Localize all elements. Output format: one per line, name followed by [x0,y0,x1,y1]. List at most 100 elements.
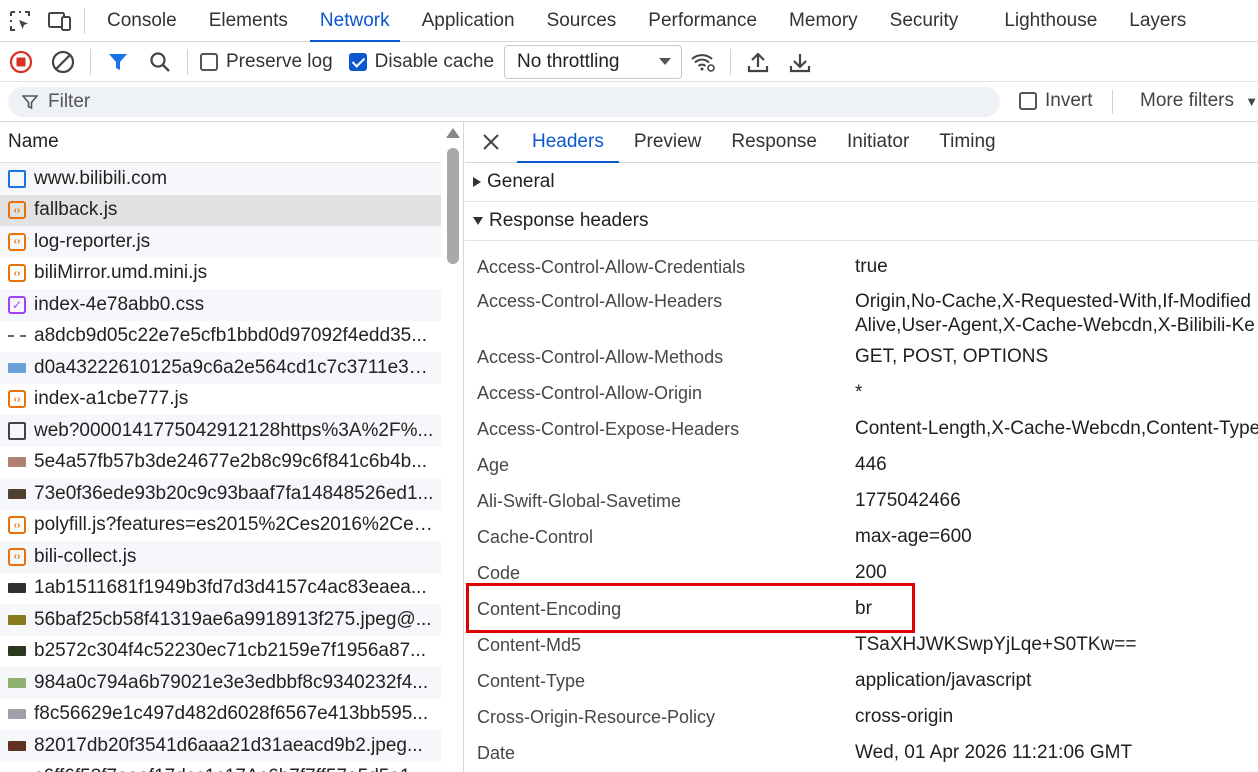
tab-elements[interactable]: Elements [193,0,304,42]
request-row[interactable]: 1ab1511681f1949b3fd7d3d4157c4ac83eaea... [0,573,441,605]
filter-input[interactable]: Filter [8,87,1000,117]
header-row: Access-Control-Allow-Credentials true [465,249,1258,285]
request-row[interactable]: f8c56629e1c497d482d6028f6567e413bb595... [0,699,441,731]
response-headers-section-toggle[interactable]: Response headers [465,202,1258,241]
device-toolbar-icon[interactable] [40,0,80,42]
request-name: 984a0c794a6b79021e3e3edbbf8c9340232f4... [34,671,429,693]
request-row[interactable]: ‹› fallback.js [0,194,441,226]
tab-performance[interactable]: Performance [632,0,773,42]
disable-cache-checkbox[interactable]: Disable cache [348,51,494,73]
request-row[interactable]: ‹› polyfill.js?features=es2015%2Ces2016%2… [0,510,441,542]
preserve-log-box[interactable] [200,52,218,71]
request-row[interactable]: ‹› log-reporter.js [0,226,441,258]
throttling-select[interactable]: No throttling [504,44,683,79]
more-filters-button[interactable]: More filters ▼ [1140,90,1258,112]
inspect-element-icon[interactable] [0,0,40,42]
script-icon: ‹› [8,547,26,566]
script-icon: ‹› [8,516,26,535]
scrollbar-thumb[interactable] [447,148,459,264]
header-name: Code [477,562,521,583]
header-value-line: max-age=600 [855,526,972,547]
header-value[interactable]: application/javascript [855,669,1031,693]
header-value-line: application/javascript [855,670,1032,691]
request-name: c6ff6f53f7eeef17dcc1c17Ac6b7f7ff57e5d5e1… [34,766,426,772]
image-icon [8,740,26,751]
tab-layers[interactable]: Layers [1113,0,1202,42]
export-har-button[interactable] [779,42,821,82]
search-button[interactable] [139,42,181,82]
request-name: web?000014177504291212​8https%3A%2F%... [34,419,434,441]
response-headers-list: Access-Control-Allow-Credentials true Acce… [465,241,1258,771]
details-tab-preview[interactable]: Preview [619,122,717,163]
header-value[interactable]: 1775042466 [855,489,961,513]
header-value[interactable]: cross-origin [855,705,953,729]
request-row[interactable]: www.bilibili.com [0,163,441,195]
stop-recording-button[interactable] [0,42,42,82]
details-tab-timing[interactable]: Timing [924,122,1010,163]
request-row[interactable]: 73e0f36ede93b20c9c93baaf7fa14848526ed1..… [0,478,441,510]
request-row[interactable]: ✓ index-4e78abb0.css [0,289,441,321]
details-tab-response[interactable]: Response [716,122,832,163]
header-value[interactable]: max-age=600 [855,525,972,549]
header-value[interactable]: Origin,No-Cache,X-Requested-With,If-Modi… [855,290,1255,338]
network-conditions-button[interactable] [682,42,724,82]
tab-application[interactable]: Application [406,0,531,42]
filter-toggle-button[interactable] [97,42,139,82]
request-row[interactable]: d0a43222610125a9c6a2e564cd1c7c3711e30... [0,352,441,384]
header-value-line: br [855,598,872,619]
invert-checkbox[interactable]: Invert [1019,90,1093,112]
import-har-button[interactable] [737,42,779,82]
details-tab-headers[interactable]: Headers [517,122,619,163]
script-icon: ‹› [8,264,26,283]
funnel-icon [109,53,127,70]
request-row[interactable]: 5e4a57fb57b3de24677e2b8c99c6f841c6b4b... [0,447,441,479]
header-value[interactable]: true [855,255,888,279]
request-name: 82017db20f3541d6aaa21d31aeacd9b2.jpeg... [34,734,423,756]
header-value[interactable]: Content-Length,X-Cache-Webcdn,Content-Ty… [855,417,1258,441]
disable-cache-box[interactable] [348,52,367,71]
filter-placeholder: Filter [48,91,91,112]
tab-security[interactable]: Security [874,0,975,42]
request-row[interactable]: 984a0c794a6b79021e3e3edbbf8c9340232f4... [0,667,441,699]
request-row[interactable]: ‹› bili-collect.js [0,541,441,573]
tab-network[interactable]: Network [304,0,406,42]
header-value[interactable]: * [855,381,862,405]
request-list-scrollbar[interactable] [443,122,463,772]
name-column-header[interactable]: Name [0,122,441,163]
header-value[interactable]: Wed, 01 Apr 2026 11:21:06 GMT [855,741,1132,765]
general-section-toggle[interactable]: General [465,163,1258,202]
header-value-line: 200 [855,562,887,583]
header-row: Content-Type application/javascript [465,663,1258,699]
invert-box[interactable] [1019,92,1037,110]
preserve-log-label: Preserve log [226,50,333,72]
request-row[interactable]: ‹› index-a1cbe777.js [0,384,441,416]
scroll-up-arrow-icon[interactable] [446,128,460,138]
header-value[interactable]: br [855,597,872,621]
request-row[interactable]: c6ff6f53f7eeef17dcc1c17Ac6b7f7ff57e5d5e1… [0,762,441,772]
clear-button[interactable] [42,42,84,82]
request-row[interactable]: ‹› biliMirror.umd.mini.js [0,258,441,290]
close-details-button[interactable] [465,122,517,163]
header-name: Access-Control-Allow-Methods [477,346,724,367]
header-value[interactable]: TSaXHJWKSwpYjLqe+S0TKw== [855,633,1136,657]
tab-sources[interactable]: Sources [531,0,633,42]
header-value[interactable]: 446 [855,453,887,477]
request-list: Name www.bilibili.com ‹› fallback.js ‹› log-… [0,122,464,772]
header-value[interactable]: 200 [855,561,887,585]
header-value-line: 446 [855,454,887,475]
details-tab-initiator[interactable]: Initiator [832,122,924,163]
tab-memory[interactable]: Memory [773,0,874,42]
request-name: a8dcb9d05c22e7e5cfb1bbd0d97092f4edd35... [34,325,428,347]
request-row[interactable]: b2572c304f4c52230ec71cb2159e7f1956a87... [0,636,441,668]
response-headers-label: Response headers [489,210,649,231]
preserve-log-checkbox[interactable]: Preserve log [200,51,333,73]
request-row[interactable]: 82017db20f3541d6aaa21d31aeacd9b2.jpeg... [0,730,441,762]
header-value[interactable]: GET, POST, OPTIONS [855,345,1048,369]
tab-lighthouse[interactable]: Lighthouse [988,0,1113,42]
header-value-line: TSaXHJWKSwpYjLqe+S0TKw== [855,634,1137,655]
request-row[interactable]: 56baf25cb58f41319ae6a9918913f275.jpeg@..… [0,604,441,636]
header-name: Access-Control-Allow-Headers [477,291,723,311]
tab-console[interactable]: Console [91,0,193,42]
request-row[interactable]: a8dcb9d05c22e7e5cfb1bbd0d97092f4edd35... [0,321,441,353]
request-row[interactable]: web?000014177504291212​8https%3A%2F%... [0,415,441,447]
